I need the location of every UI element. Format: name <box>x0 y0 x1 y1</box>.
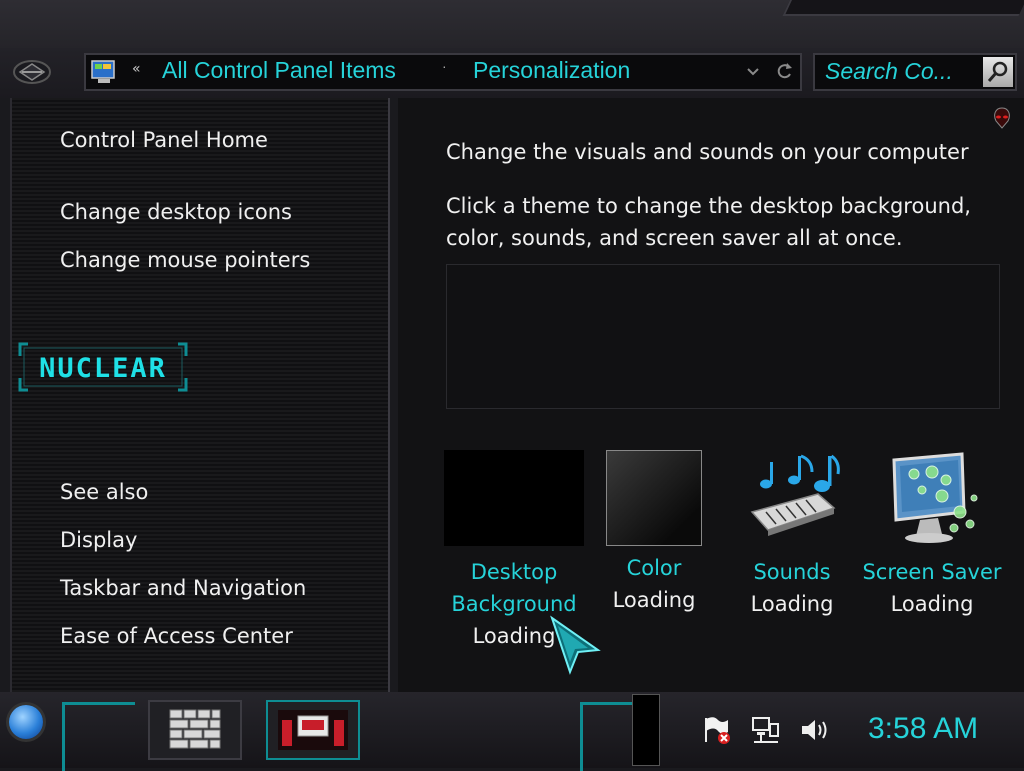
screen-saver-label[interactable]: Screen Saver <box>856 556 1008 588</box>
breadcrumb-separator: · <box>442 58 447 74</box>
nuclear-theme-logo: NUCLEAR <box>18 342 188 392</box>
search-button[interactable] <box>983 57 1013 87</box>
sounds-status: Loading <box>750 592 834 616</box>
address-bar[interactable]: « All Control Panel Items · Personalizat… <box>84 53 802 91</box>
sounds-tile[interactable]: Sounds Loading <box>722 450 862 620</box>
control-panel-home-link[interactable]: Control Panel Home <box>60 128 268 152</box>
desktop-background-label[interactable]: Desktop Background <box>444 556 584 620</box>
breadcrumb-personalization[interactable]: Personalization <box>473 57 630 84</box>
alien-head-icon[interactable] <box>990 106 1014 130</box>
page-description: Click a theme to change the desktop back… <box>446 194 971 250</box>
display-link[interactable]: Display <box>60 528 137 552</box>
screen-saver-status: Loading <box>890 592 974 616</box>
refresh-icon[interactable] <box>774 60 794 82</box>
change-mouse-pointers-link[interactable]: Change mouse pointers <box>60 248 310 272</box>
action-center-flag-icon[interactable] <box>700 714 732 746</box>
color-label[interactable]: Color <box>584 552 724 584</box>
personalization-content: Change the visuals and sounds on your co… <box>398 98 1024 692</box>
network-icon[interactable] <box>750 714 782 746</box>
sounds-icon <box>750 454 840 536</box>
chevron-down-icon[interactable] <box>746 61 760 81</box>
firewall-icon <box>169 709 221 749</box>
breadcrumb-all-control-panel-items[interactable]: All Control Panel Items <box>162 57 396 84</box>
start-button[interactable] <box>9 705 43 739</box>
change-desktop-icons-link[interactable]: Change desktop icons <box>60 200 292 224</box>
breadcrumb-overflow-icon[interactable]: « <box>132 61 141 77</box>
screen-saver-icon <box>892 452 978 543</box>
taskbar: 3:58 AM <box>0 692 1024 771</box>
color-tile[interactable]: Color Loading <box>584 450 724 616</box>
volume-icon[interactable] <box>798 714 830 746</box>
task-pane: Control Panel Home Change desktop icons … <box>10 98 390 692</box>
control-panel-icon <box>91 60 115 83</box>
taskbar-button-personalization[interactable] <box>266 700 360 760</box>
search-input[interactable]: Search Co... <box>813 53 1017 91</box>
logo-text: NUCLEAR <box>39 353 167 384</box>
titlebar-notch-decoration <box>782 0 1024 16</box>
desktop-background-icon <box>444 450 584 546</box>
see-also-heading: See also <box>60 480 149 504</box>
ease-of-access-center-link[interactable]: Ease of Access Center <box>60 624 293 648</box>
mouse-cursor-icon <box>550 615 601 675</box>
taskbar-and-navigation-link[interactable]: Taskbar and Navigation <box>60 576 306 600</box>
screen-saver-tile[interactable]: Screen Saver Loading <box>856 450 1008 620</box>
sounds-label[interactable]: Sounds <box>722 556 862 588</box>
taskbar-clock[interactable]: 3:58 AM <box>868 712 978 746</box>
color-swatch-icon <box>606 450 702 546</box>
show-desktop-button[interactable] <box>632 694 660 766</box>
search-placeholder: Search Co... <box>825 58 953 84</box>
taskbar-decoration-left <box>62 702 135 771</box>
theme-gallery[interactable] <box>446 264 1000 409</box>
page-title: Change the visuals and sounds on your co… <box>446 140 969 164</box>
personalization-app-icon <box>278 710 348 750</box>
taskbar-button-firewall[interactable] <box>148 700 242 760</box>
back-forward-button[interactable] <box>12 58 52 86</box>
color-status: Loading <box>612 588 696 612</box>
back-arrow-icon <box>13 60 51 84</box>
search-icon <box>987 61 1008 82</box>
